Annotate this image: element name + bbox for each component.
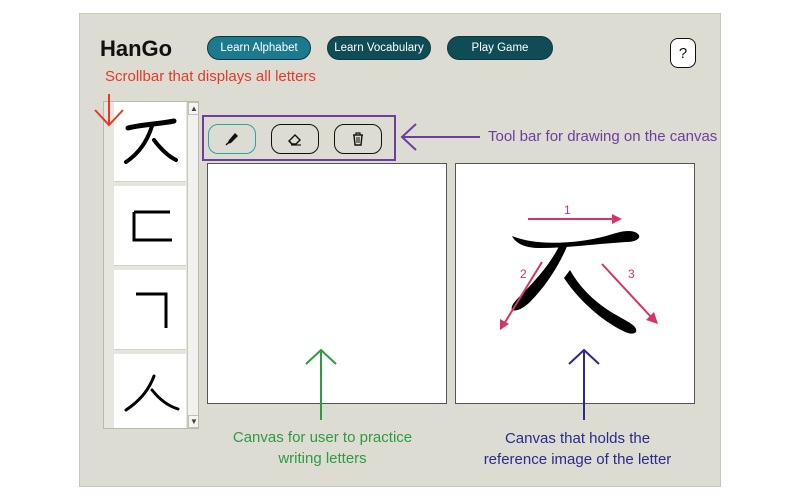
trash-icon [353,132,363,146]
toolbar-annotation: Tool bar for drawing on the canvas [488,128,718,145]
pen-icon [225,133,238,146]
letter-glyph-jieut [124,118,178,164]
play-game-button[interactable]: Play Game [447,36,553,60]
practice-canvas-annotation: Canvas for user to practice writing lett… [200,427,445,469]
practice-annotation-line2: writing letters [278,450,367,467]
letter-item[interactable] [114,354,186,428]
reference-canvas-annotation: Canvas that holds the reference image of… [455,428,700,470]
reference-canvas: 1 2 3 [455,163,695,404]
scrollbar-annotation: Scrollbar that displays all letters [105,68,316,85]
learn-alphabet-button[interactable]: Learn Alphabet [207,36,311,60]
letter-scroll-list[interactable]: ▲ ▼ [103,101,199,429]
clear-canvas-button[interactable] [334,124,382,154]
eraser-icon [288,134,301,146]
pen-tool-button[interactable] [208,124,256,154]
reference-annotation-line2: reference image of the letter [483,451,672,468]
letter-item[interactable] [114,186,186,266]
letter-item[interactable] [114,102,186,182]
scrollbar[interactable]: ▲ ▼ [187,102,198,428]
app-title: HanGo [100,36,173,61]
help-button[interactable]: ? [670,38,696,68]
stroke-number-1: 1 [564,203,571,217]
practice-canvas[interactable] [207,163,447,404]
eraser-tool-button[interactable] [271,124,319,154]
practice-annotation-line1: Canvas for user to practice [232,429,413,446]
reference-letter-image: 1 2 3 [500,203,658,334]
letter-glyph-digeut [132,210,172,242]
letter-glyph-siot [124,374,180,412]
scroll-down-arrow-icon[interactable]: ▼ [188,415,198,428]
stroke-number-2: 2 [520,267,527,281]
learn-vocabulary-button[interactable]: Learn Vocabulary [327,36,431,60]
stroke-number-3: 3 [628,267,635,281]
letter-item[interactable] [114,270,186,350]
reference-annotation-line1: Canvas that holds the [504,430,651,447]
letter-glyph-giyeok [136,292,168,328]
scroll-up-arrow-icon[interactable]: ▲ [188,102,198,115]
